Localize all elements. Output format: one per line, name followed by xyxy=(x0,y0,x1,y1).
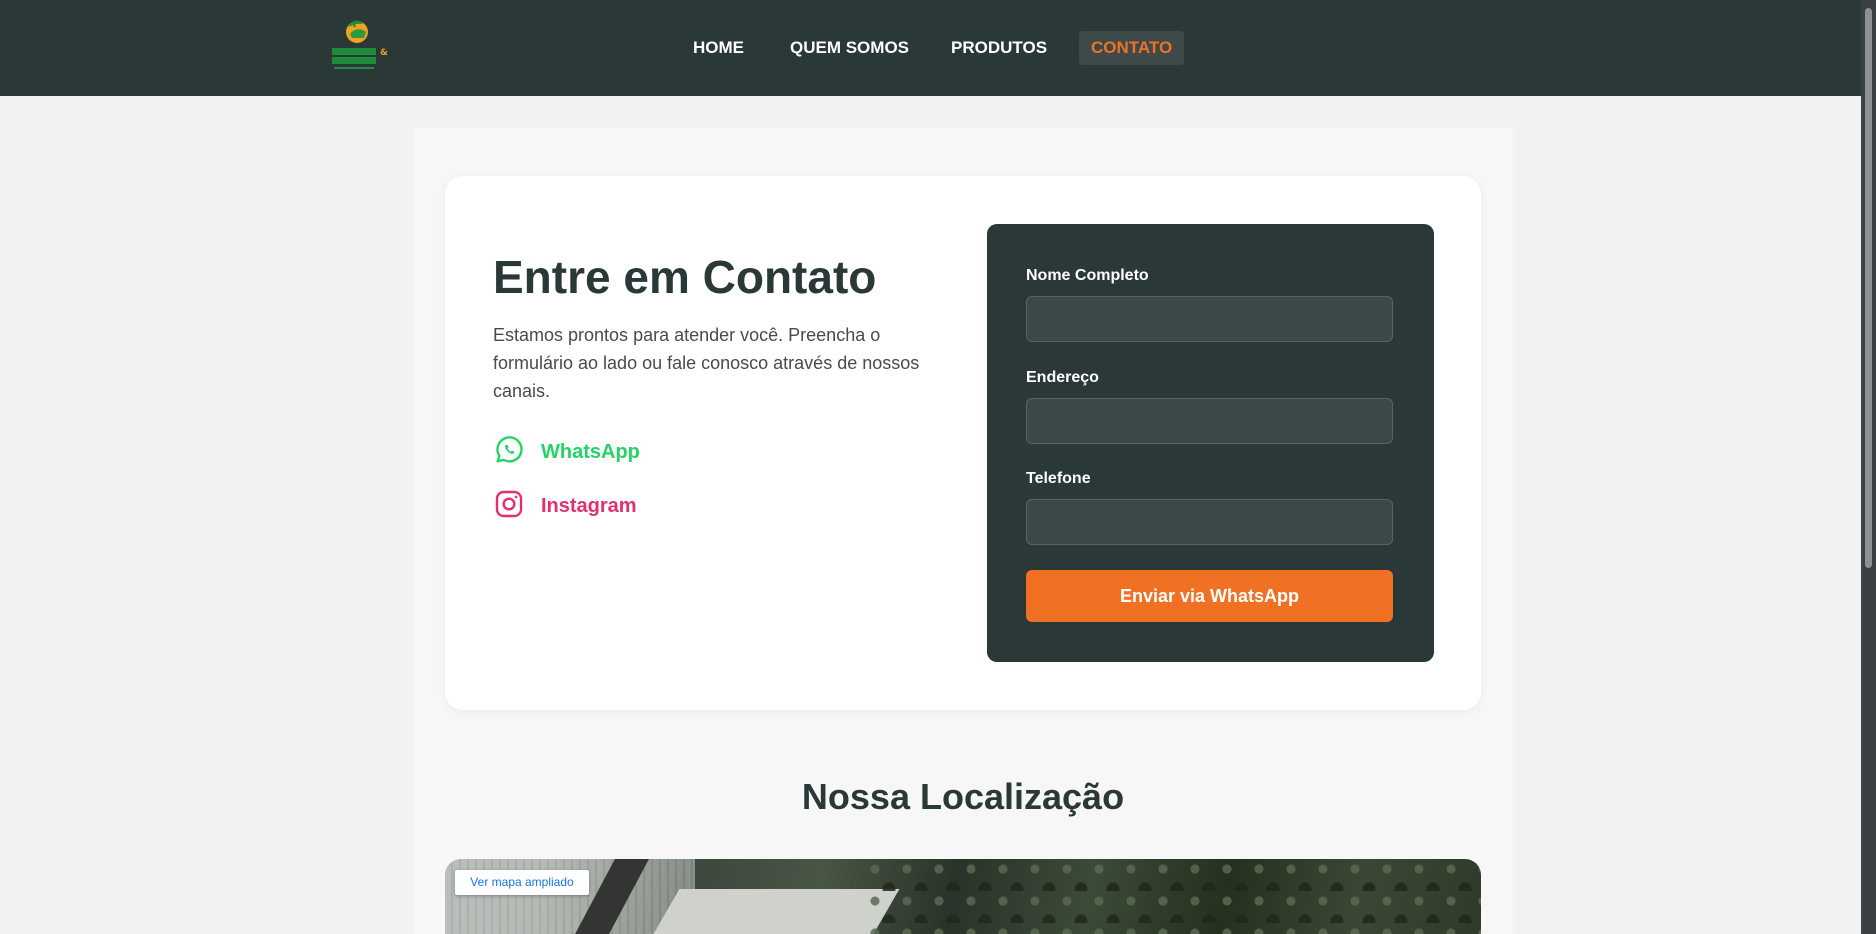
scrollbar-thumb[interactable] xyxy=(1865,8,1872,568)
address-input[interactable] xyxy=(1026,398,1393,444)
page-scrollbar[interactable] xyxy=(1861,0,1876,934)
instagram-link[interactable]: Instagram xyxy=(493,490,637,522)
page-title: Entre em Contato xyxy=(493,251,877,303)
phone-input[interactable] xyxy=(1026,499,1393,545)
map-trees xyxy=(865,859,1481,934)
name-input[interactable] xyxy=(1026,296,1393,342)
instagram-label: Instagram xyxy=(541,494,637,517)
whatsapp-link[interactable]: WhatsApp xyxy=(493,434,640,471)
site-header: & HOME QUEM SOMOS PRODUTOS CONTATO xyxy=(0,0,1861,96)
submit-whatsapp-button[interactable]: Enviar via WhatsApp xyxy=(1026,570,1393,622)
nav-home[interactable]: HOME xyxy=(693,31,744,65)
nav-produtos[interactable]: PRODUTOS xyxy=(951,31,1047,65)
location-title: Nossa Localização xyxy=(801,776,1125,817)
instagram-icon xyxy=(493,488,525,525)
address-label: Endereço xyxy=(1026,369,1099,386)
nav-contato[interactable]: CONTATO xyxy=(1079,31,1185,65)
phone-label: Telefone xyxy=(1026,470,1091,487)
map-lot xyxy=(650,889,900,934)
whatsapp-label: WhatsApp xyxy=(541,440,640,463)
view-larger-map-link[interactable]: Ver mapa ampliado xyxy=(455,870,589,895)
name-label: Nome Completo xyxy=(1026,267,1149,284)
nav-quem-somos[interactable]: QUEM SOMOS xyxy=(790,31,909,65)
whatsapp-icon xyxy=(493,434,525,471)
contact-description: Estamos prontos para atender você. Preen… xyxy=(493,325,920,401)
location-map[interactable] xyxy=(445,859,1481,934)
main-nav: HOME QUEM SOMOS PRODUTOS CONTATO xyxy=(0,31,1861,65)
